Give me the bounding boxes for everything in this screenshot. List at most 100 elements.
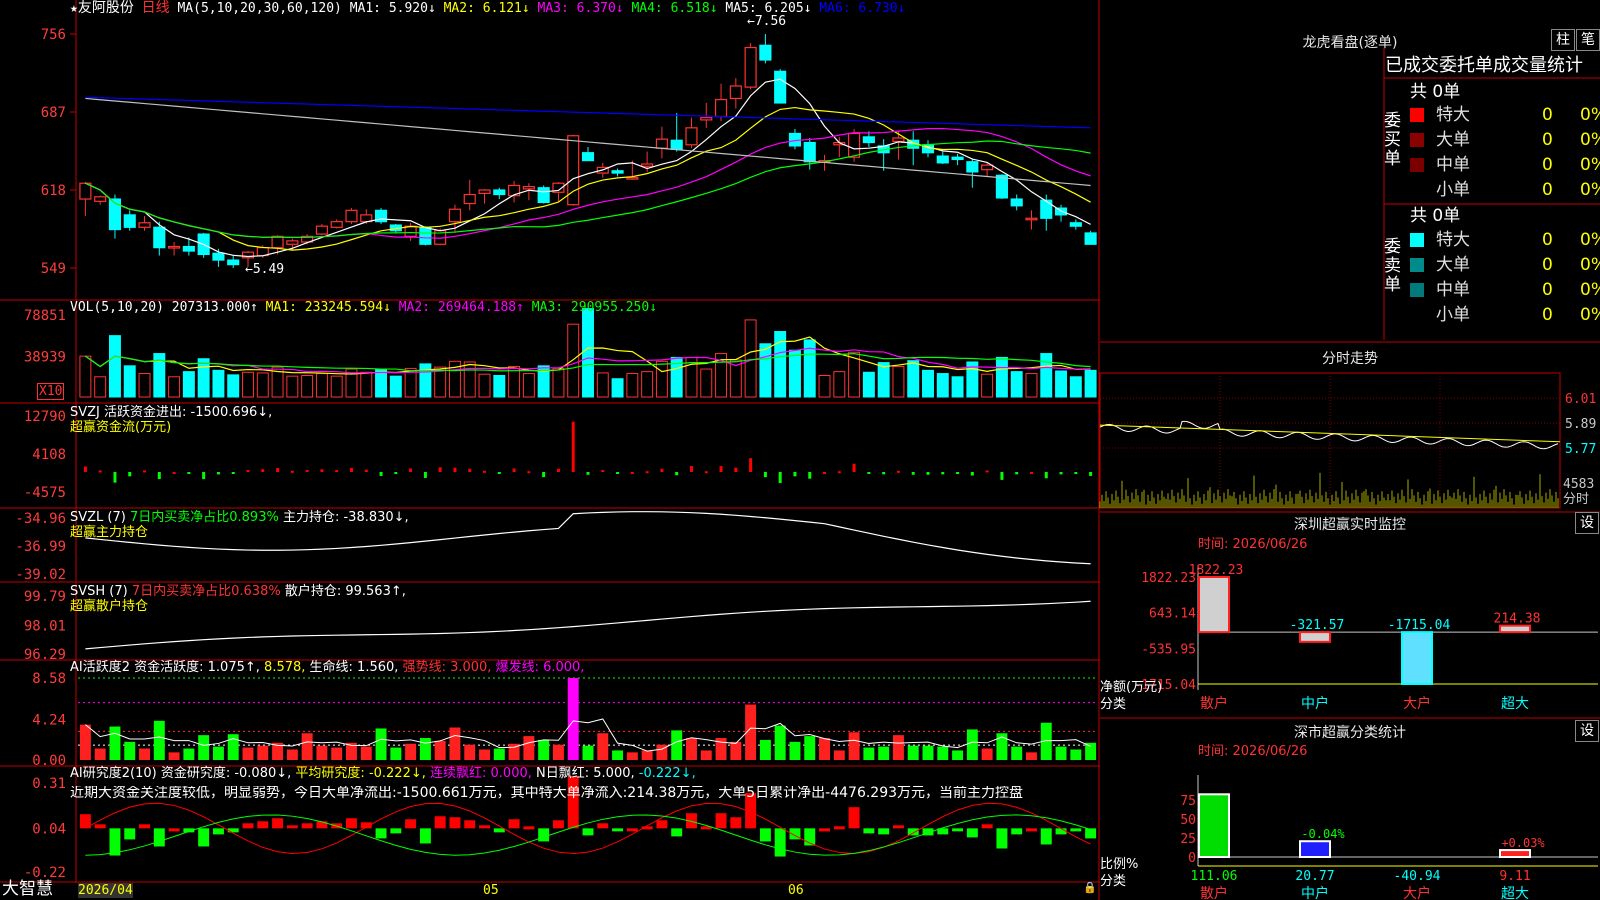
svzj-bar xyxy=(305,470,309,473)
vol-bar xyxy=(877,362,890,398)
classify-bar xyxy=(1299,840,1331,858)
svzl-tick-label: -39.02 xyxy=(15,567,66,583)
monitor-value-label: -321.57 xyxy=(1290,618,1345,633)
svzj-bar xyxy=(83,466,87,472)
svsh-tick-label: 98.01 xyxy=(24,618,66,634)
air-tick-label: 0.04 xyxy=(32,821,66,837)
svsh-line xyxy=(85,600,1091,650)
air-bar xyxy=(892,825,904,829)
classify-pct-label: -0.04% xyxy=(1301,827,1345,841)
air-bar xyxy=(405,819,417,829)
bi-button[interactable]: 笔 xyxy=(1576,29,1600,51)
ai2-bar xyxy=(907,745,919,760)
svzj-bar xyxy=(941,472,945,475)
monitor-category-label: 大户 xyxy=(1403,695,1431,712)
svzj-bar xyxy=(113,472,117,483)
vol-bar xyxy=(1040,353,1053,398)
ai2-bar xyxy=(1011,746,1023,760)
classify-category-label: 中户 xyxy=(1301,885,1329,900)
svzj-bar xyxy=(276,468,280,472)
ai2-bar xyxy=(863,747,875,760)
svzj-bar xyxy=(290,470,294,473)
lhb-tab[interactable]: 已成交委托单成交量统计 xyxy=(1385,55,1583,77)
air-bar xyxy=(878,828,890,835)
svsh-header: SVSH (7) 7日内买卖净占比0.638% 散户持仓: 99.563↑, xyxy=(70,584,406,599)
ma5-line xyxy=(85,97,1091,187)
buy-total: 共 0单 xyxy=(1410,82,1461,102)
air-bar xyxy=(863,828,875,834)
ma2-value: MA2: 6.121↓ xyxy=(443,1,530,16)
stock-name[interactable]: 友阿股份 xyxy=(78,0,134,16)
ai2-label: AI活跃度2 xyxy=(70,660,130,675)
ai2-bar xyxy=(789,741,801,760)
vol-bar xyxy=(478,373,491,398)
air-bar xyxy=(419,828,431,844)
color-swatch xyxy=(1410,283,1424,297)
classify-tick-label: 25 xyxy=(1180,832,1196,847)
ai2-bar xyxy=(331,747,343,760)
vol-bar xyxy=(360,371,373,398)
ai2-bar xyxy=(833,750,845,760)
lock-icon[interactable]: 🔒 xyxy=(1083,880,1097,895)
air-bar xyxy=(153,828,165,847)
vol-bar xyxy=(522,373,535,398)
candle xyxy=(1010,198,1023,207)
svzj-bar xyxy=(438,467,442,472)
ai2-bar xyxy=(212,746,224,760)
vol-bar xyxy=(611,378,624,398)
sell-side-label: 委卖单 xyxy=(1384,237,1401,295)
fenshi-tick-2: 5.89 xyxy=(1565,417,1597,432)
ai2-bar xyxy=(168,752,180,760)
bar-button[interactable]: 柱 xyxy=(1551,29,1575,51)
app-logo[interactable]: 大智慧 xyxy=(2,879,53,899)
monitor-time: 时间: 2026/06/26 xyxy=(1198,537,1308,552)
svzj-bar xyxy=(763,472,767,478)
ai2-strong: 强势线: 3.000, xyxy=(402,660,492,675)
vol-bar xyxy=(79,355,92,398)
color-swatch xyxy=(1410,258,1424,272)
lhb-row-percent: 0% xyxy=(1580,155,1600,175)
ma6-value: MA6: 6.730↓ xyxy=(819,1,906,16)
air-extra: -0.222↓, xyxy=(638,766,696,781)
svzj-bar xyxy=(675,472,679,476)
monitor-settings-button[interactable]: 设 xyxy=(1575,512,1599,534)
candle xyxy=(803,141,816,163)
candle xyxy=(1025,217,1038,221)
star-icon[interactable]: ★ xyxy=(70,1,78,16)
air-bar xyxy=(626,828,638,832)
svzj-bar xyxy=(1000,472,1004,480)
vol-bar xyxy=(197,358,210,398)
candle xyxy=(655,138,668,149)
high-label: ←7.56 xyxy=(747,14,787,29)
lhb-row-name: 小单 xyxy=(1436,180,1470,200)
period-label[interactable]: 日线 xyxy=(142,0,170,16)
classify-pct-label: +0.03% xyxy=(1501,836,1545,850)
candle xyxy=(670,139,683,150)
vol-bar xyxy=(227,374,240,398)
svzj-bar xyxy=(1029,472,1033,474)
lhb-row-name: 特大 xyxy=(1436,230,1470,250)
vol-bar xyxy=(744,319,757,398)
air-bar xyxy=(819,828,830,832)
svzj-bar xyxy=(1059,472,1063,475)
candle xyxy=(744,46,757,88)
vol-bar xyxy=(655,360,668,398)
monitor-value-label: 1822.23 xyxy=(1189,563,1244,578)
svsh-sub: 超赢散户持仓 xyxy=(70,599,149,614)
ma6-line xyxy=(85,96,1091,129)
ai2-bar xyxy=(405,743,417,760)
ma-params: MA(5,10,20,30,60,120) xyxy=(177,1,342,16)
svzl-pos: 主力持仓: -38.830↓, xyxy=(282,510,409,525)
svzj-bar xyxy=(926,472,930,475)
svsh-label: SVSH (7) xyxy=(70,584,132,599)
svzj-bar xyxy=(616,472,620,474)
vol-bar xyxy=(463,361,476,398)
monitor-tick-label: -535.95 xyxy=(1141,642,1196,657)
ai2-bar xyxy=(257,745,269,760)
lhb-row-percent: 0% xyxy=(1580,280,1600,300)
vol-bar xyxy=(493,374,506,398)
buy-side-label: 委买单 xyxy=(1384,111,1401,169)
classify-settings-button[interactable]: 设 xyxy=(1575,720,1599,742)
monitor-bar xyxy=(1299,631,1331,643)
svzj-bar xyxy=(335,470,339,473)
